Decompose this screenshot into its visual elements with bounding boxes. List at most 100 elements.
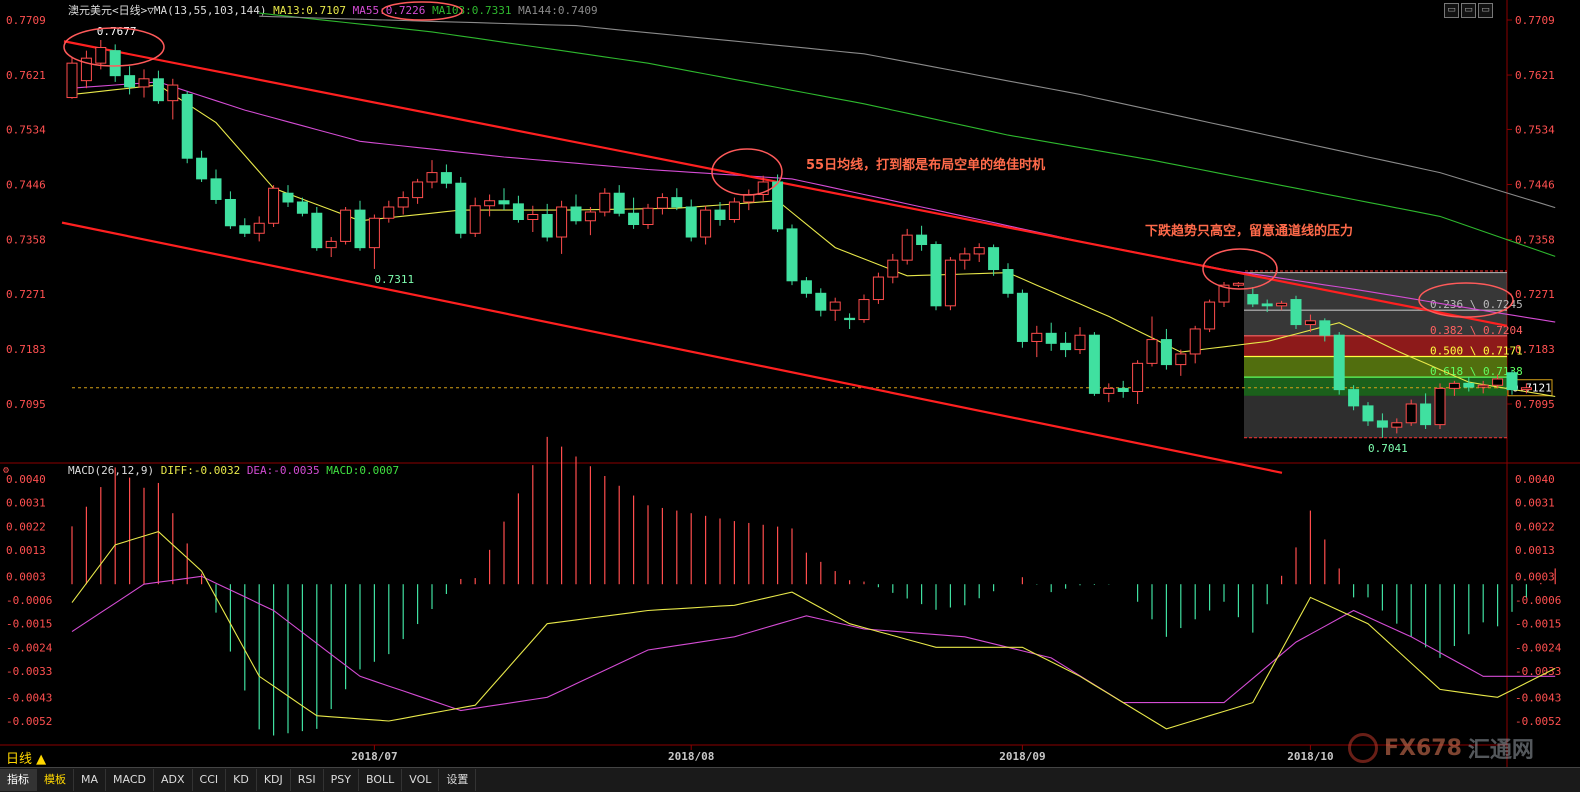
macd-tick-right: 0.0013 [1515, 544, 1555, 557]
macd-tick-right: 0.0003 [1515, 570, 1555, 583]
candle-up [1146, 339, 1158, 364]
price-tick-left: 0.7358 [6, 234, 46, 247]
candle-up [1434, 387, 1446, 426]
price-tick-left: 0.7271 [6, 288, 46, 301]
candle-down [512, 203, 524, 221]
candle-up [1031, 332, 1043, 342]
candle-up [383, 206, 395, 219]
candle-down [671, 197, 683, 208]
candle-down [570, 206, 582, 222]
price-tick-right: 0.7095 [1515, 398, 1555, 411]
fib-zone-bottom [1244, 395, 1507, 438]
candle-down [815, 292, 827, 311]
candle-down [210, 178, 222, 200]
macd-tick-left: -0.0006 [6, 594, 52, 607]
macd-header-segment: DIFF:-0.0032 [161, 464, 247, 477]
candle-down [354, 209, 366, 249]
restore-button[interactable]: ▭ [1444, 3, 1459, 18]
candle-down [1506, 372, 1518, 391]
candle-up [642, 207, 654, 226]
macd-tick-left: -0.0024 [6, 641, 53, 654]
tab-template[interactable]: 模板 [37, 769, 74, 791]
candle-down [800, 280, 812, 294]
header-segment: MA103:0.7331 [432, 4, 518, 17]
macd-tick-left: 0.0040 [6, 473, 46, 486]
maximize-button[interactable]: ▭ [1461, 3, 1476, 18]
macd-tick-right: -0.0052 [1515, 715, 1561, 728]
tab-psy[interactable]: PSY [324, 769, 359, 791]
candle-down [152, 78, 164, 102]
tab-kd[interactable]: KD [226, 769, 257, 791]
price-tick-left: 0.7183 [6, 343, 46, 356]
tab-adx[interactable]: ADX [154, 769, 193, 791]
watermark-cn: 汇通网 [1467, 738, 1534, 763]
tab-kdj[interactable]: KDJ [257, 769, 291, 791]
candle-down [196, 157, 208, 180]
macd-tick-left: -0.0033 [6, 665, 52, 678]
candle-up [1477, 384, 1489, 388]
candle-down [628, 212, 640, 226]
candle-down [440, 172, 452, 184]
price-tick-left: 0.7095 [6, 398, 46, 411]
price-tick-left: 0.7621 [6, 69, 46, 82]
fx678-watermark: FX678 汇通网 [1348, 732, 1534, 764]
candle-up [325, 240, 337, 249]
candle-down [786, 228, 798, 282]
tab-rsi[interactable]: RSI [291, 769, 324, 791]
date-tick: 2018/07 [351, 750, 397, 763]
candle-up [1492, 378, 1504, 386]
tab-boll[interactable]: BOLL [359, 769, 403, 791]
candle-up [901, 234, 913, 261]
candle-down [1045, 332, 1057, 344]
candle-up [268, 187, 280, 224]
candle-down [296, 201, 308, 214]
price-tick-right: 0.7534 [1515, 123, 1555, 136]
period-selector[interactable]: 日线 ▲ [6, 748, 46, 767]
header-segment: MA13:0.7107 [273, 4, 352, 17]
close-button[interactable]: ▭ [1478, 3, 1493, 18]
candle-up [1276, 302, 1288, 307]
candle-down [714, 209, 726, 221]
candle-up [1103, 387, 1115, 394]
candle-up [1520, 387, 1532, 391]
candle-up [1189, 328, 1201, 355]
candle-down [1117, 387, 1129, 392]
candle-up [138, 78, 150, 88]
candle-up [556, 206, 568, 238]
header-segment: MA55:0.7226 [353, 4, 432, 17]
candle-up [397, 197, 409, 208]
candle-down [1420, 403, 1432, 426]
candle-down [1261, 303, 1273, 307]
macd-tick-right: 0.0040 [1515, 473, 1555, 486]
candle-down [1002, 269, 1014, 294]
macd-header-segment: MACD:0.0007 [326, 464, 399, 477]
candle-up [728, 201, 740, 221]
candle-down [916, 234, 928, 246]
candle-up [469, 205, 481, 234]
candle-up [66, 62, 78, 99]
candle-up [95, 47, 107, 64]
candle-up [1074, 334, 1086, 351]
tab-indicator[interactable]: 指标 [0, 769, 37, 791]
indicator-settings-icon[interactable]: ⚙ [2, 465, 9, 476]
price-tick-right: 0.7709 [1515, 14, 1555, 27]
price-tick-left: 0.7446 [6, 178, 46, 191]
macd-tick-left: 0.0013 [6, 544, 46, 557]
candle-up [1304, 320, 1316, 326]
tab-cci[interactable]: CCI [193, 769, 227, 791]
tab-settings[interactable]: 设置 [439, 769, 477, 791]
tab-macd[interactable]: MACD [106, 769, 154, 791]
macd-tick-left: 0.0022 [6, 520, 46, 533]
candle-up [1391, 422, 1403, 428]
tab-vol[interactable]: VOL [402, 769, 440, 791]
candle-down [282, 192, 294, 203]
extreme-price-label: 0.7311 [374, 273, 414, 286]
candle-down [239, 225, 251, 234]
candle-down [541, 214, 553, 238]
candle-down [930, 244, 942, 307]
macd-tick-left: 0.0031 [6, 497, 46, 510]
macd-header-segment: MACD(26,12,9) [68, 464, 161, 477]
watermark-text: FX678 [1384, 735, 1462, 761]
candle-down [685, 206, 697, 238]
tab-ma[interactable]: MA [74, 769, 107, 791]
